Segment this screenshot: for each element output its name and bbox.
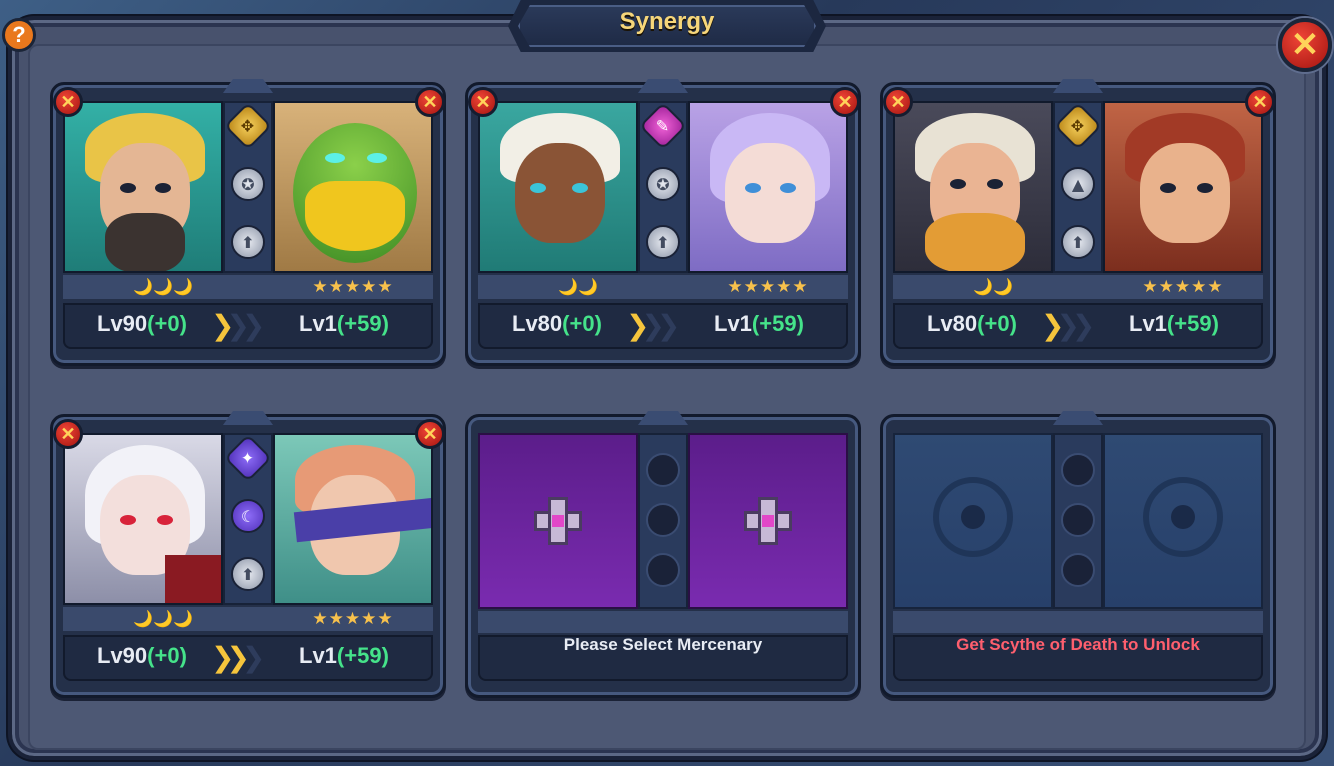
level-bar: Lv80(+0) ❯❯❯ Lv1(+59) [893,303,1263,349]
remove-right-button[interactable]: ✕ [415,419,445,449]
select-mercenary-prompt: Please Select Mercenary [478,635,848,681]
synergy-slot-locked: Get Scythe of Death to Unlock [880,411,1276,698]
star-rating: ★★★★★ [727,277,809,297]
add-mercenary-slot-left[interactable] [478,433,638,609]
star-rating: ★★★★★ [312,277,394,297]
left-level: Lv80 [927,311,978,336]
plus-icon [534,497,582,545]
chevron-right-icon: ❯❯❯ [211,641,266,674]
awakening-moons: 🌙🌙🌙 [133,277,193,296]
synergy-card-3: ✥ ▲ ⬆ 🌙🌙 ★★★★★ Lv80(+0) ❯❯❯ Lv1(+59) ✕ ✕ [880,79,1276,366]
left-level: Lv80 [512,311,563,336]
locked-slot-left [893,433,1053,609]
lock-icon [933,477,1013,557]
synergy-card-2: ✎ ✪ ⬆ 🌙🌙 ★★★★★ Lv80(+0) ❯❯❯ Lv1(+59) ✕ ✕ [465,79,861,366]
hero-portrait-left[interactable] [63,433,223,605]
level-bar: Lv80(+0) ❯❯❯ Lv1(+59) [478,303,848,349]
remove-left-button[interactable]: ✕ [883,87,913,117]
hero-portrait-left[interactable] [63,101,223,273]
left-bonus: (+0) [977,311,1017,336]
remove-right-button[interactable]: ✕ [830,87,860,117]
right-bonus: (+59) [751,311,804,336]
skill-column: ✥ ▲ ⬆ [1053,101,1103,273]
plus-icon [744,497,792,545]
star-rating: ★★★★★ [312,609,394,629]
shuriken-icon[interactable]: ✦ [223,433,273,483]
unlock-requirement: Get Scythe of Death to Unlock [893,635,1263,681]
chevron-right-icon: ❯❯❯ [1041,309,1095,342]
magic-rune-icon[interactable]: ✎ [638,101,688,151]
page-title: Synergy [619,8,715,35]
right-bonus: (+59) [336,643,389,668]
mountain-icon[interactable]: ▲ [1061,167,1095,201]
remove-right-button[interactable]: ✕ [415,87,445,117]
right-level: Lv1 [299,311,337,336]
moon-icon[interactable]: ☾ [231,499,265,533]
level-bar: Lv90(+0) ❯❯❯ Lv1(+59) [63,635,433,681]
right-level: Lv1 [714,311,752,336]
synergy-card-4: ✦ ☾ ⬆ 🌙🌙🌙 ★★★★★ Lv90(+0) ❯❯❯ Lv1(+59) ✕ … [50,411,446,698]
lion-crest-icon[interactable]: ✥ [223,101,273,151]
slot-lattice [638,433,688,609]
hero-portrait-right[interactable] [273,433,433,605]
gear-icon[interactable]: ✪ [646,167,680,201]
upgrade-arrow-icon[interactable]: ⬆ [231,557,265,591]
remove-left-button[interactable]: ✕ [53,87,83,117]
left-level: Lv90 [97,311,148,336]
remove-left-button[interactable]: ✕ [53,419,83,449]
close-button[interactable]: ✕ [1278,18,1332,72]
synergy-card-1: ✥ ✪ ⬆ 🌙🌙🌙 ★★★★★ Lv90(+0) ❯❯❯ Lv1(+59) ✕ … [50,79,446,366]
right-bonus: (+59) [336,311,389,336]
left-bonus: (+0) [562,311,602,336]
slot-lattice [1053,433,1103,609]
skill-column: ✦ ☾ ⬆ [223,433,273,605]
star-rating: ★★★★★ [1142,277,1224,297]
upgrade-arrow-icon[interactable]: ⬆ [1061,225,1095,259]
hero-portrait-right[interactable] [273,101,433,273]
right-bonus: (+59) [1166,311,1219,336]
hero-portrait-left[interactable] [893,101,1053,273]
left-bonus: (+0) [147,643,187,668]
chevron-right-icon: ❯❯❯ [626,309,680,342]
hero-portrait-right[interactable] [1103,101,1263,273]
left-bonus: (+0) [147,311,187,336]
left-level: Lv90 [97,643,148,668]
remove-left-button[interactable]: ✕ [468,87,498,117]
skill-column: ✎ ✪ ⬆ [638,101,688,273]
add-mercenary-slot-right[interactable] [688,433,848,609]
right-level: Lv1 [299,643,337,668]
awakening-moons: 🌙🌙🌙 [133,609,193,628]
locked-slot-right [1103,433,1263,609]
level-bar: Lv90(+0) ❯❯❯ Lv1(+59) [63,303,433,349]
awakening-moons: 🌙🌙 [558,277,598,296]
chevron-right-icon: ❯❯❯ [211,309,265,342]
remove-right-button[interactable]: ✕ [1245,87,1275,117]
awakening-moons: 🌙🌙 [973,277,1013,296]
upgrade-arrow-icon[interactable]: ⬆ [646,225,680,259]
right-level: Lv1 [1129,311,1167,336]
upgrade-arrow-icon[interactable]: ⬆ [231,225,265,259]
hero-portrait-right[interactable] [688,101,848,273]
lock-icon [1143,477,1223,557]
gear-icon[interactable]: ✪ [231,167,265,201]
hero-portrait-left[interactable] [478,101,638,273]
lion-crest-icon[interactable]: ✥ [1053,101,1103,151]
skill-column: ✥ ✪ ⬆ [223,101,273,273]
help-button[interactable]: ? [2,18,36,52]
synergy-slot-empty: Please Select Mercenary [465,411,861,698]
